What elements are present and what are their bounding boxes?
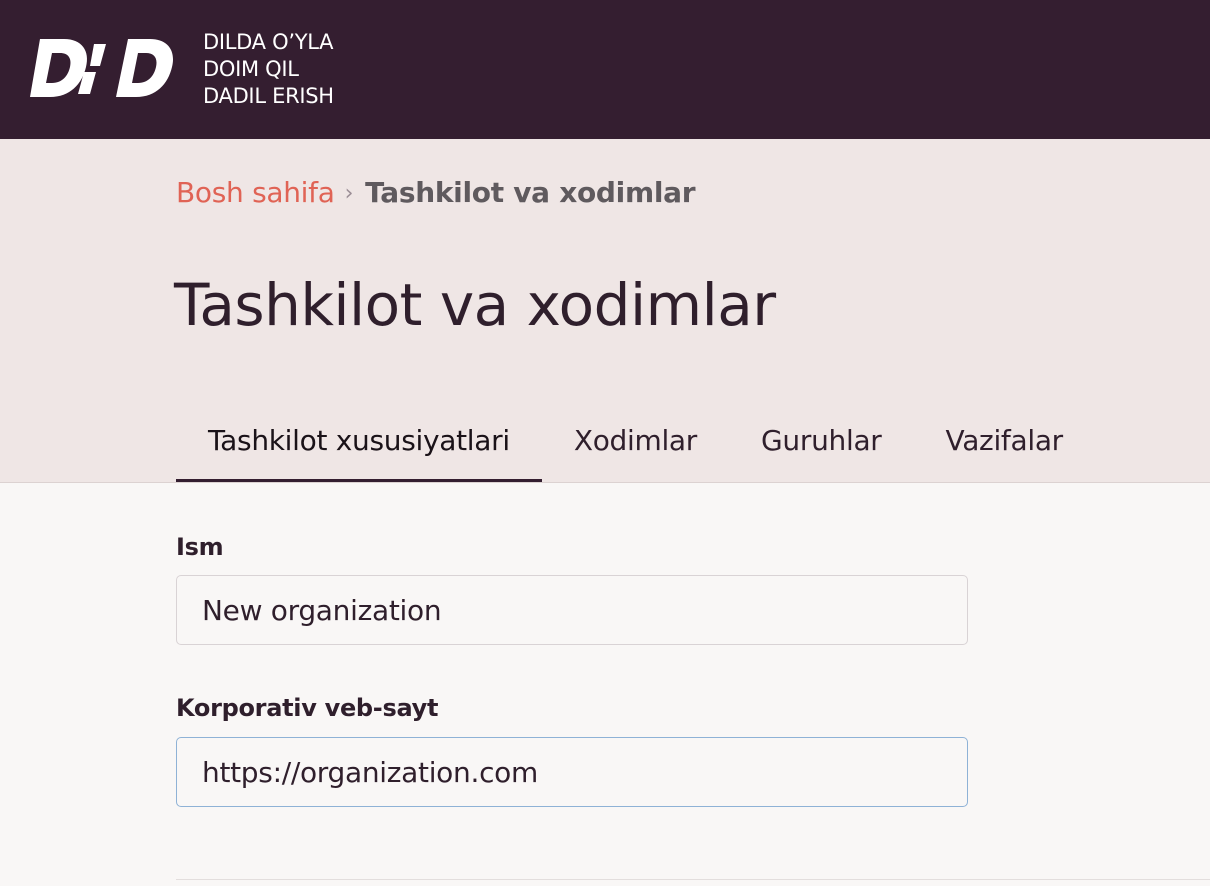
tab-groups[interactable]: Guruhlar xyxy=(729,411,914,482)
breadcrumb-home-link[interactable]: Bosh sahifa xyxy=(176,176,335,209)
page-title: Tashkilot va xodimlar xyxy=(174,271,776,339)
ddd-logo-icon[interactable] xyxy=(30,36,176,100)
header-tagline: DILDA O’YLA DOIM QIL DADIL ERISH xyxy=(203,29,334,110)
breadcrumb: Bosh sahifa › Tashkilot va xodimlar xyxy=(176,176,696,209)
breadcrumb-current: Tashkilot va xodimlar xyxy=(365,176,696,209)
section-divider xyxy=(176,879,1210,880)
top-header-bar: DILDA O’YLA DOIM QIL DADIL ERISH xyxy=(0,0,1210,139)
tagline-line-1: DILDA O’YLA xyxy=(203,30,334,54)
page-hero: Bosh sahifa › Tashkilot va xodimlar Tashki… xyxy=(0,139,1210,483)
website-field[interactable] xyxy=(176,737,968,807)
tab-bar: Tashkilot xususiyatlari Xodimlar Guruhla… xyxy=(176,411,1095,482)
tab-employees[interactable]: Xodimlar xyxy=(542,411,729,482)
tab-tasks[interactable]: Vazifalar xyxy=(914,411,1095,482)
tab-organization-properties[interactable]: Tashkilot xususiyatlari xyxy=(176,411,542,482)
tagline-line-3: DADIL ERISH xyxy=(203,84,334,108)
tagline-line-2: DOIM QIL xyxy=(203,57,299,81)
name-field-label: Ism xyxy=(176,533,224,561)
website-field-label: Korporativ veb-sayt xyxy=(176,694,439,722)
name-field[interactable] xyxy=(176,575,968,645)
breadcrumb-chevron-icon: › xyxy=(344,181,354,206)
